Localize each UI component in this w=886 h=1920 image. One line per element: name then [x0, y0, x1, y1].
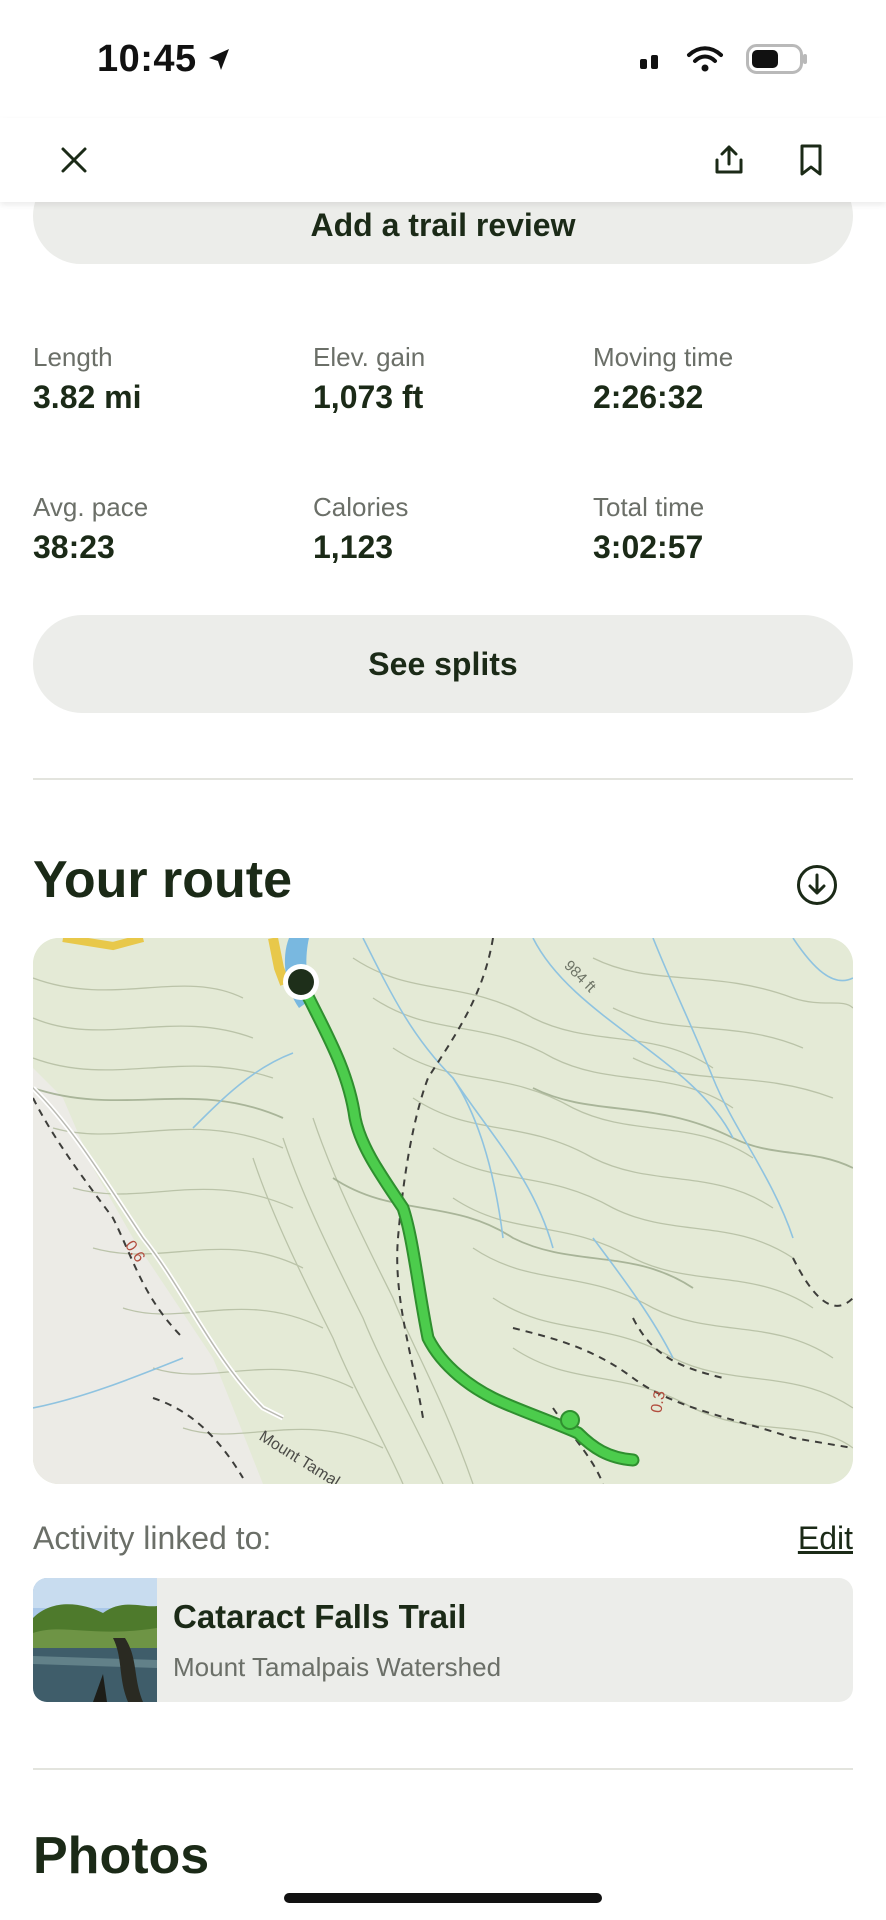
stat-value: 3:02:57 — [593, 529, 704, 565]
stat-value: 38:23 — [33, 529, 115, 565]
photos-heading: Photos — [33, 1827, 210, 1885]
stat-value: 2:26:32 — [593, 379, 704, 415]
share-icon[interactable] — [707, 138, 751, 182]
top-app-bar — [0, 118, 886, 202]
your-route-heading: Your route — [33, 851, 293, 909]
stat-value: 1,123 — [313, 529, 394, 565]
wifi-icon — [687, 46, 723, 72]
status-bar: 10:45 — [0, 0, 886, 118]
home-indicator — [284, 1893, 602, 1903]
edit-link[interactable]: Edit — [798, 1520, 853, 1557]
battery-icon — [746, 44, 807, 74]
bookmark-icon[interactable] — [789, 138, 833, 182]
stat-value: 3.82 mi — [33, 379, 142, 415]
stat-label: Moving time — [593, 342, 734, 372]
scroll-content: Add a trail review Length 3.82 mi Elev. … — [0, 0, 886, 1920]
stat-length: Length 3.82 mi — [33, 342, 142, 416]
status-time: 10:45 — [97, 38, 233, 81]
stat-total-time: Total time 3:02:57 — [593, 492, 704, 566]
activity-linked-label: Activity linked to: — [33, 1520, 272, 1556]
trail-thumbnail — [33, 1578, 157, 1702]
stat-elevation-gain: Elev. gain 1,073 ft — [313, 342, 425, 416]
location-arrow-icon — [208, 48, 229, 70]
cellular-signal-icon — [640, 55, 658, 69]
stat-label: Length — [33, 342, 113, 372]
route-map[interactable]: 984 ft 0.6 0.3 Mount Tamal — [33, 938, 853, 1484]
see-splits-label: See splits — [368, 645, 518, 682]
distance-label: 0.3 — [648, 1389, 669, 1415]
stat-avg-pace: Avg. pace 38:23 — [33, 492, 148, 566]
stat-label: Avg. pace — [33, 492, 149, 522]
clock: 10:45 — [97, 38, 197, 80]
section-divider — [33, 778, 853, 780]
trail-name: Cataract Falls Trail — [173, 1598, 467, 1635]
stat-value: 1,073 ft — [313, 379, 424, 415]
stat-label: Calories — [313, 492, 409, 522]
stat-calories: Calories 1,123 — [313, 492, 408, 566]
add-trail-review-label: Add a trail review — [310, 206, 576, 243]
status-icons — [638, 44, 808, 74]
section-divider — [33, 1768, 853, 1770]
close-icon[interactable] — [52, 138, 96, 182]
see-splits-button[interactable]: See splits — [33, 615, 853, 713]
topo-map-graphic — [33, 938, 853, 1484]
stat-label: Total time — [593, 492, 705, 522]
linked-trail-card[interactable]: Cataract Falls Trail Mount Tamalpais Wat… — [33, 1578, 853, 1702]
stat-label: Elev. gain — [313, 342, 426, 372]
trail-area: Mount Tamalpais Watershed — [173, 1652, 502, 1682]
stat-moving-time: Moving time 2:26:32 — [593, 342, 733, 416]
download-icon[interactable] — [796, 864, 838, 906]
